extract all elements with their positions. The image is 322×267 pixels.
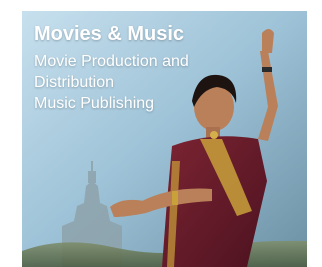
tile-line-3: Music Publishing: [34, 95, 155, 112]
movies-music-tile[interactable]: Movies & Music Movie Production and Dist…: [22, 11, 307, 267]
tile-title: Movies & Music: [34, 23, 185, 45]
tile-line-1: Movie Production and: [34, 53, 189, 70]
tile-line-2: Distribution: [34, 74, 115, 91]
tile-caption: Movies & Music Movie Production and Dist…: [34, 21, 189, 114]
